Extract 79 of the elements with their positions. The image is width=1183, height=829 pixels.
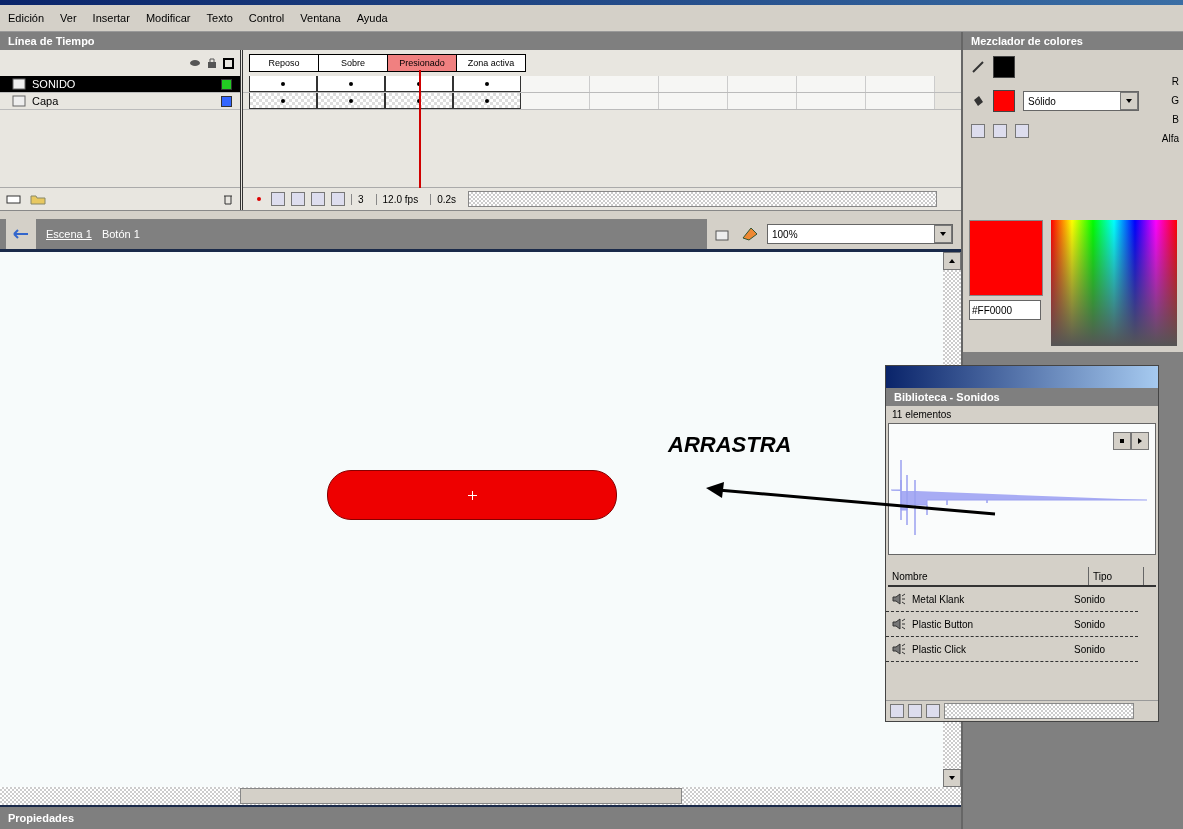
outline-square-icon[interactable] xyxy=(223,57,234,69)
timeline-header[interactable]: Línea de Tiempo xyxy=(0,32,961,50)
stage-horizontal-scrollbar[interactable] xyxy=(0,787,961,805)
speaker-icon xyxy=(892,593,906,605)
stop-button[interactable] xyxy=(1113,432,1131,450)
menu-item[interactable]: Ayuda xyxy=(356,12,388,24)
menu-item[interactable]: Control xyxy=(248,12,285,24)
fill-color-swatch[interactable] xyxy=(993,90,1015,112)
back-arrow-icon[interactable] xyxy=(13,229,29,239)
folder-icon[interactable] xyxy=(30,193,46,205)
menu-item[interactable]: Insertar xyxy=(92,12,130,24)
stroke-color-swatch[interactable] xyxy=(993,56,1015,78)
down-triangle-icon xyxy=(1125,97,1133,105)
current-frame: 3 xyxy=(351,193,370,205)
column-header[interactable]: Tipo xyxy=(1089,567,1144,585)
lock-icon[interactable] xyxy=(207,57,217,69)
symbol-link[interactable]: Botón 1 xyxy=(101,228,140,240)
registration-point-icon xyxy=(467,490,477,500)
layer-name: SONIDO xyxy=(32,78,77,90)
frame-label[interactable]: Sobre xyxy=(318,54,387,72)
layer-icon xyxy=(12,95,26,107)
column-header[interactable]: Nombre xyxy=(888,567,1089,585)
library-item[interactable]: Plastic Button Sonido xyxy=(886,612,1138,637)
hex-field[interactable]: #FF0000 xyxy=(969,300,1041,320)
keyframe[interactable] xyxy=(385,93,453,109)
keyframe[interactable] xyxy=(453,93,521,109)
annotation-label: ARRASTRA xyxy=(668,432,792,458)
item-count: 11 elementos xyxy=(891,408,953,422)
keyframe[interactable] xyxy=(249,93,317,109)
channel-label: Alfa xyxy=(1161,133,1179,144)
play-button[interactable] xyxy=(1131,432,1149,450)
frame-label[interactable]: Zona activa xyxy=(456,54,526,72)
channel-label: R xyxy=(1171,76,1179,87)
scroll-up-button[interactable] xyxy=(943,252,961,270)
scene-link[interactable]: Escena 1 xyxy=(46,228,92,240)
menu-item[interactable]: Edición xyxy=(8,12,45,24)
layer-color[interactable] xyxy=(221,95,232,107)
properties-header[interactable]: Propiedades xyxy=(0,805,961,829)
layer-name: Capa xyxy=(32,95,60,107)
color-mixer-header[interactable]: Mezclador de colores xyxy=(963,32,1183,50)
rounded-button-shape[interactable] xyxy=(327,470,617,520)
down-triangle-icon xyxy=(948,774,956,782)
layer-row[interactable]: SONIDO xyxy=(0,76,240,93)
zoom-dropdown[interactable]: 100% xyxy=(767,224,953,244)
menu-item[interactable]: Ver xyxy=(60,12,77,24)
speaker-icon xyxy=(892,643,906,655)
pencil-icon xyxy=(971,60,985,74)
menu-item[interactable]: Modificar xyxy=(145,12,191,24)
library-item[interactable]: Plastic Click Sonido xyxy=(886,637,1138,662)
layer-row[interactable]: Capa xyxy=(0,93,240,110)
fill-type-dropdown[interactable]: Sólido xyxy=(1023,91,1139,111)
library-item[interactable]: Metal Klank Sonido xyxy=(886,587,1138,612)
speaker-icon xyxy=(892,618,906,630)
horizontal-scrollbar[interactable] xyxy=(468,191,937,207)
elapsed-time: 0.2s xyxy=(430,193,463,205)
keyframe[interactable] xyxy=(317,76,385,92)
trash-icon[interactable] xyxy=(222,193,234,205)
frame-label[interactable]: Reposo xyxy=(249,54,318,72)
layer-color[interactable] xyxy=(221,78,232,90)
menu-item[interactable]: Ventana xyxy=(300,12,341,24)
up-triangle-icon xyxy=(948,257,956,265)
library-header[interactable]: Biblioteca - Sonidos xyxy=(886,388,1158,406)
window-title-bar[interactable] xyxy=(886,366,1158,388)
play-triangle-icon xyxy=(1136,437,1144,445)
keyframe[interactable] xyxy=(385,76,453,92)
color-spectrum[interactable] xyxy=(1051,220,1177,346)
keyframe[interactable] xyxy=(249,76,317,92)
frame-rate: 12.0 fps xyxy=(375,193,425,205)
scroll-down-button[interactable] xyxy=(943,769,961,787)
library-scrollbar[interactable] xyxy=(944,703,1134,719)
keyframe[interactable] xyxy=(317,93,385,109)
channel-label: G xyxy=(1171,95,1179,106)
down-triangle-icon xyxy=(939,230,947,238)
frame-label[interactable]: Presionado xyxy=(387,54,456,72)
eye-icon[interactable] xyxy=(189,58,201,68)
menu-item[interactable]: Texto xyxy=(206,12,233,24)
layer-icon xyxy=(12,78,26,90)
channel-label: B xyxy=(1172,114,1179,125)
keyframe[interactable] xyxy=(453,76,521,92)
